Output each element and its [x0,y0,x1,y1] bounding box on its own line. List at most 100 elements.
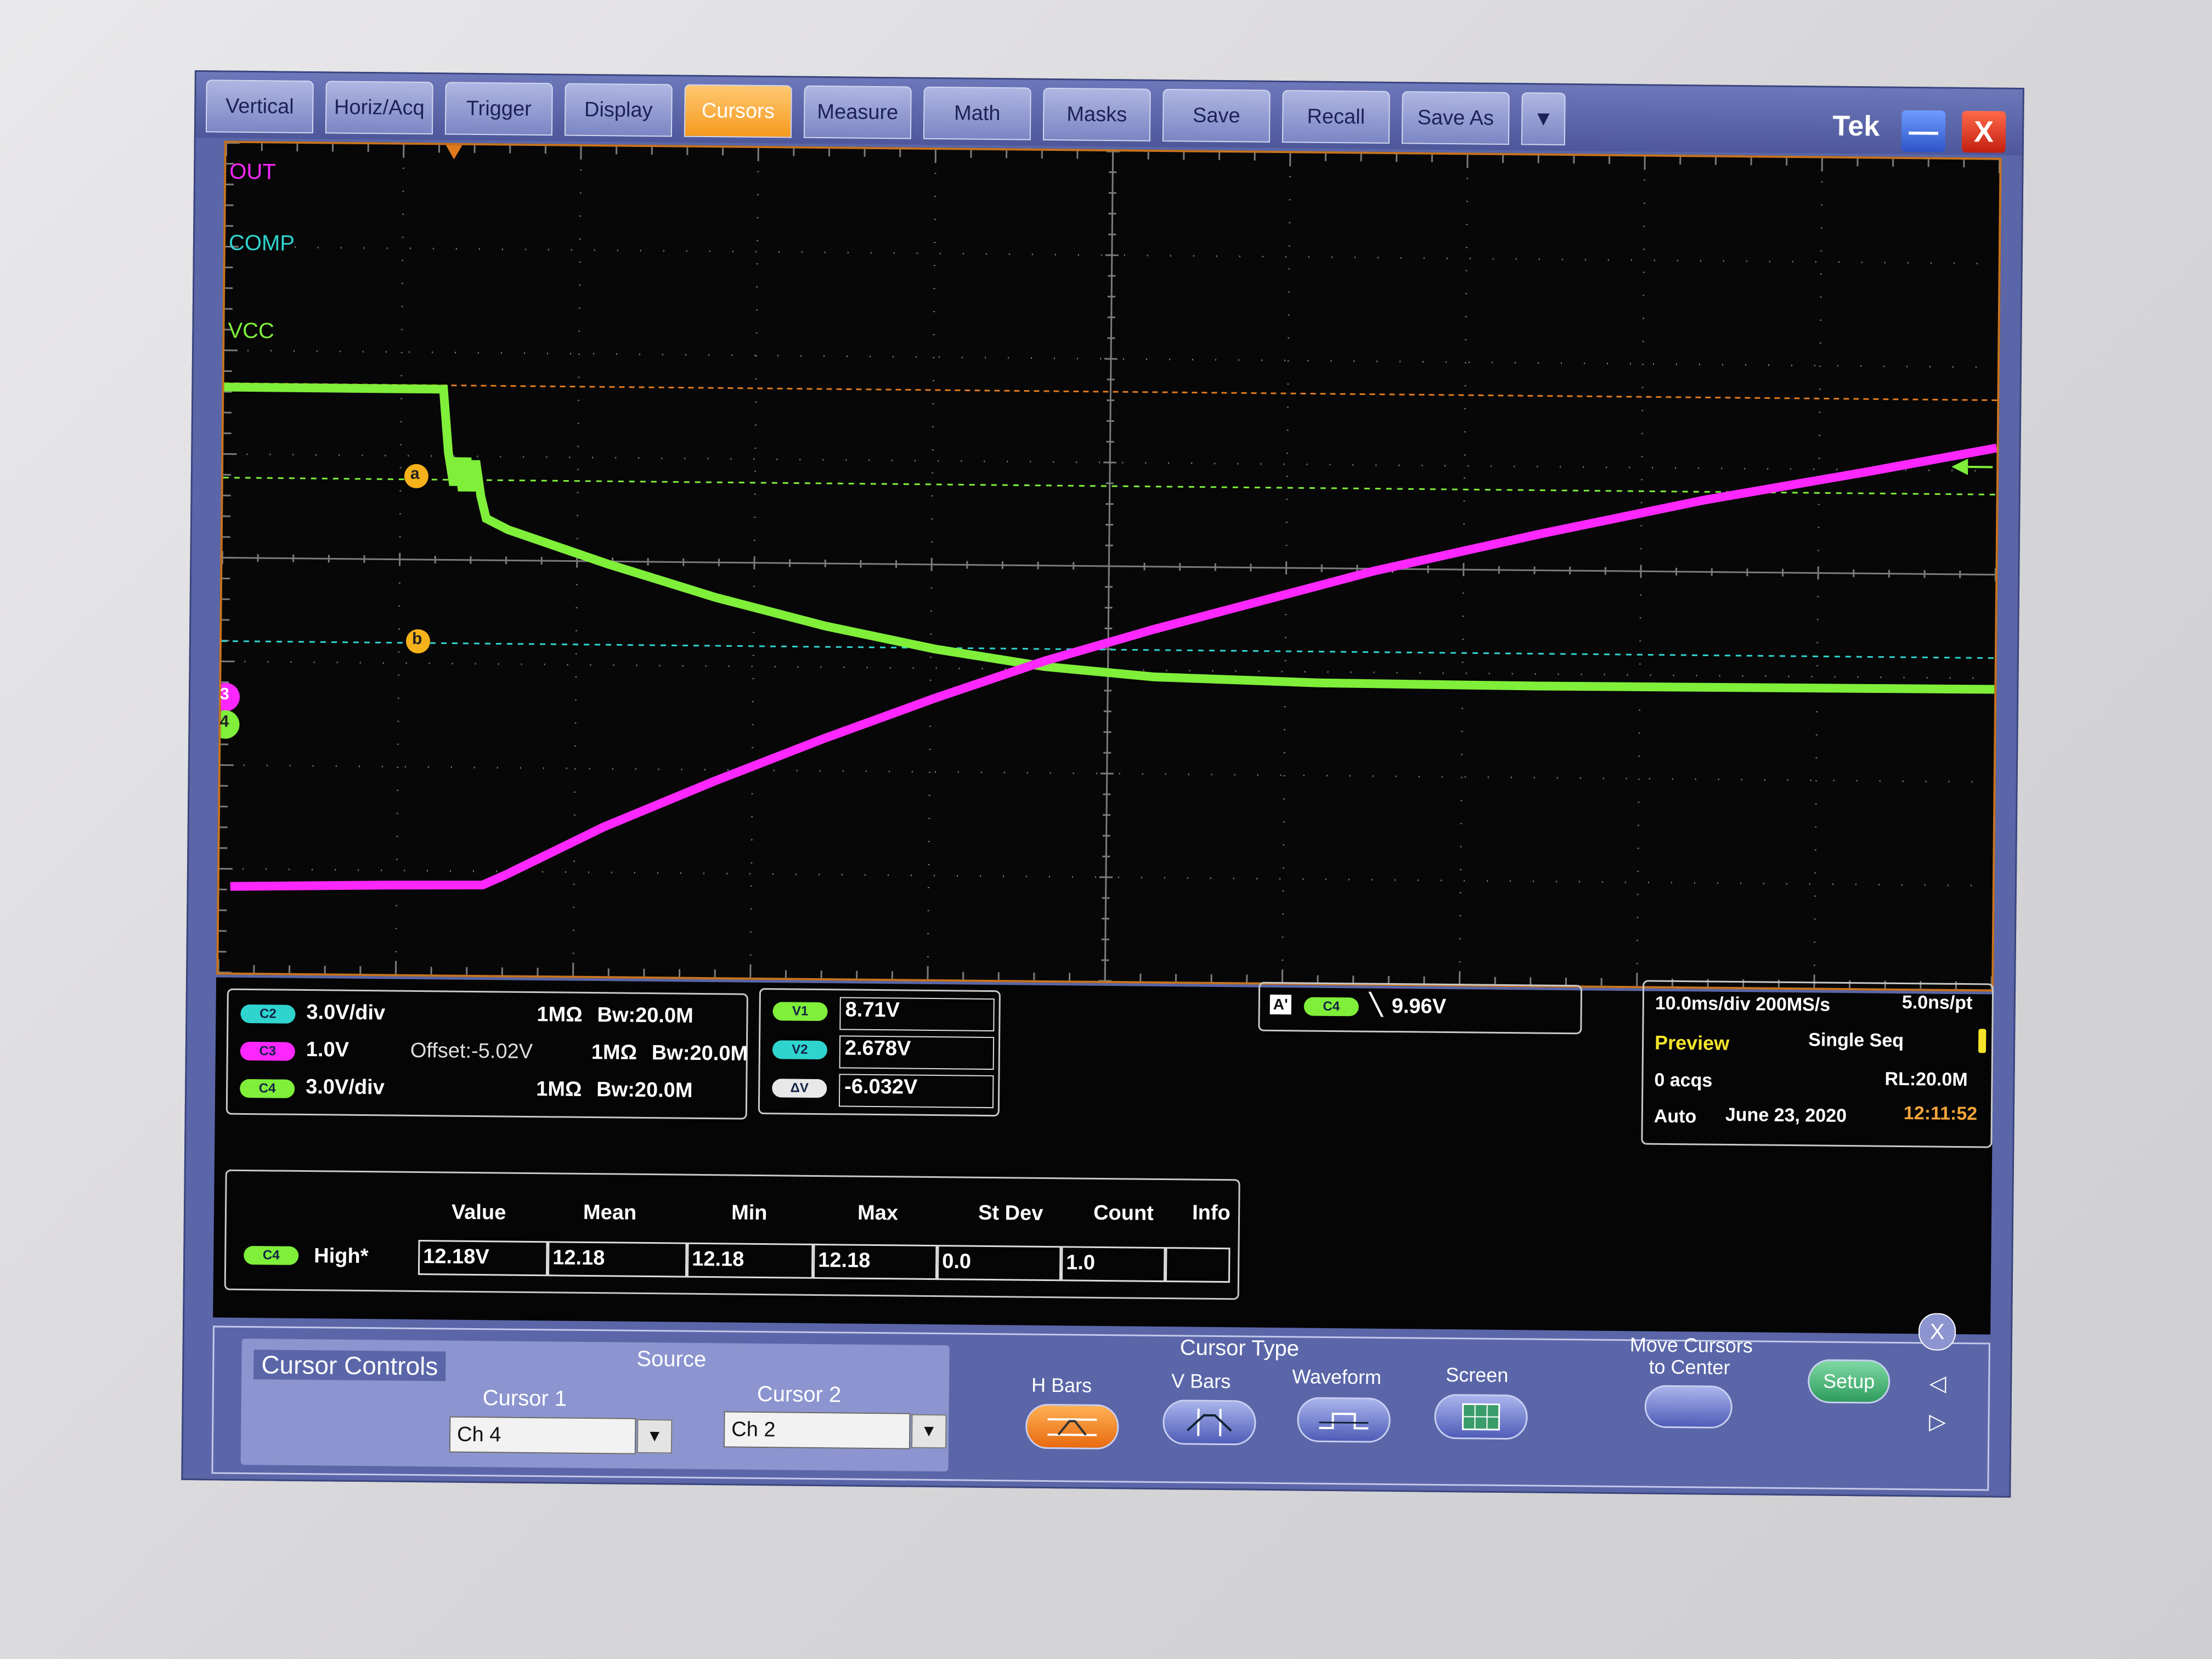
record-length: RL:20.0M [1884,1068,1968,1091]
cursor-type-label: Cursor Type [1180,1335,1300,1361]
trigger-readout[interactable]: A' C4 ╲ 9.96V [1258,981,1583,1035]
chevron-down-icon[interactable]: ▼ [911,1414,947,1449]
h-bars-icon [1047,1418,1097,1436]
tab-vertical[interactable]: Vertical [205,80,314,134]
measurement-info [1165,1247,1231,1283]
trigger-channel-pill: C4 [1304,997,1359,1017]
type-label-h-bars: H Bars [1031,1373,1092,1397]
column-header: St Dev [978,1201,1043,1225]
move-cursors-label: Move Cursors [1629,1333,1753,1357]
column-header: Max [857,1201,899,1225]
tab-display[interactable]: Display [564,83,673,137]
h-bars-button[interactable] [1025,1403,1119,1450]
minimize-button[interactable]: — [1901,110,1946,153]
label-vcc: VCC [228,318,275,343]
measurement-table[interactable]: Value Mean Min Max St Dev Count Info C4 … [224,1169,1240,1300]
tab-recall[interactable]: Recall [1282,90,1390,144]
v1-row: V1 8.71V [772,997,995,1032]
trigger-mode: Auto [1654,1105,1697,1127]
waveform-button[interactable] [1297,1397,1391,1443]
trigger-level: 9.96V [1391,995,1447,1018]
setup-button[interactable]: Setup [1807,1359,1891,1404]
brand-logo: Tek [1832,110,1880,143]
channel-settings-box[interactable]: C2 3.0V/div 1MΩ Bw:20.0M C3 1.0V Offset:… [225,988,748,1120]
measurement-value: 12.18V [417,1240,548,1277]
acquisition-date: June 23, 2020 [1725,1104,1847,1126]
v2-label: V2 [772,1040,828,1060]
tab-trigger[interactable]: Trigger [444,82,553,136]
scroll-left-icon[interactable]: ◁ [1920,1365,1956,1401]
channel-scale: 1.0V [306,1038,349,1062]
screen-grid-icon [1462,1403,1500,1431]
move-cursors-to-center-button[interactable] [1644,1385,1733,1429]
channel-impedance: 1MΩ [536,1077,582,1101]
screen-button[interactable] [1434,1393,1528,1440]
channel-impedance: 1MΩ [537,1003,583,1026]
v-bars-button[interactable] [1163,1400,1256,1446]
ch3-waveform [230,443,1997,891]
measurement-st-dev: 0.0 [936,1245,1062,1282]
source-label: Source [636,1346,707,1372]
readout-panel: C2 3.0V/div 1MΩ Bw:20.0M C3 1.0V Offset:… [213,977,1994,1335]
more-tabs-chevron-down-icon[interactable]: ▼ [1521,92,1566,145]
status-indicator-icon [1978,1029,1987,1053]
cursor1-source-value: Ch 4 [456,1423,501,1447]
measurement-max: 12.18 [812,1243,938,1280]
cursor2-source-select[interactable]: Ch 2 ▼ [723,1411,947,1449]
reference-arrow-icon [1951,459,1968,476]
tab-measure[interactable]: Measure [803,85,912,139]
v2-value: 2.678V [839,1035,995,1070]
waveform-display[interactable]: OUT COMP VCC a b 3 4 [216,140,2002,992]
cursor1-source-select[interactable]: Ch 4 ▼ [449,1416,673,1454]
cursor-controls-panel: Cursor Controls Source Cursor 1 Cursor 2… [211,1313,1990,1491]
channel-pill: C4 [240,1079,295,1098]
trigger-position-marker [445,145,462,160]
ch3-marker-text: 3 [219,685,229,703]
waveform-icon [1319,1413,1369,1430]
label-out: OUT [229,159,276,184]
channel-row[interactable]: C4 3.0V/div 1MΩ Bw:20.0M [240,1075,693,1102]
channel-row[interactable]: C3 1.0V Offset:-5.02V 1MΩ Bw:20.0M [240,1038,748,1065]
trigger-slope-icon: ╲ [1369,993,1383,1017]
column-header: Count [1093,1201,1154,1225]
channel-pill: C3 [240,1041,296,1061]
cursor-readout-box[interactable]: V1 8.71V V2 2.678V ΔV -6.032V [758,988,1001,1117]
type-label-waveform: Waveform [1292,1365,1382,1389]
measurement-channel-pill: C4 [244,1245,299,1265]
channel-offset: Offset:-5.02V [410,1039,533,1063]
acquisition-readout[interactable]: 10.0ms/div 200MS/s 5.0ns/pt Preview Sing… [1641,980,1994,1148]
tab-math[interactable]: Math [923,86,1031,140]
v-bars-icon [1186,1408,1232,1437]
channel-bandwidth: Bw:20.0M [597,1003,693,1028]
tab-save[interactable]: Save [1162,88,1271,143]
v2-row: V2 2.678V [772,1035,995,1070]
delta-v-label: ΔV [772,1079,827,1098]
channel-pill: C2 [240,1004,296,1024]
oscilloscope-window: Vertical Horiz/Acq Trigger Display Curso… [181,70,2024,1498]
resolution: 5.0ns/pt [1901,991,1973,1014]
v1-value: 8.71V [839,997,995,1032]
channel-row[interactable]: C2 3.0V/div 1MΩ Bw:20.0M [240,1001,693,1028]
delta-v-value: -6.032V [838,1074,994,1109]
sequence-mode: Single Seq [1808,1029,1904,1051]
cursor2-source-value: Ch 2 [731,1418,776,1442]
cursor2-label: Cursor 2 [757,1381,842,1407]
tab-cursors[interactable]: Cursors [684,84,792,138]
tab-save-as[interactable]: Save As [1401,91,1510,145]
channel-bandwidth: Bw:20.0M [596,1078,693,1102]
acquisition-time: 12:11:52 [1903,1102,1978,1125]
channel-bandwidth: Bw:20.0M [651,1041,748,1065]
label-comp: COMP [228,230,295,256]
cursor-a-text: a [410,464,420,483]
close-panel-button[interactable]: X [1918,1313,1956,1351]
type-label-v-bars: V Bars [1171,1369,1231,1393]
measurement-mean: 12.18 [547,1241,687,1278]
move-cursors-label-2: to Center [1649,1355,1730,1379]
trigger-source-label: A' [1269,994,1291,1015]
tab-masks[interactable]: Masks [1042,87,1151,142]
tab-horiz-acq[interactable]: Horiz/Acq [325,81,433,135]
cursor-source-group: Cursor Controls Source Cursor 1 Cursor 2… [240,1338,950,1472]
close-button[interactable]: X [1961,110,2006,153]
chevron-down-icon[interactable]: ▼ [636,1419,673,1454]
scroll-right-icon[interactable]: ▷ [1920,1404,1955,1440]
